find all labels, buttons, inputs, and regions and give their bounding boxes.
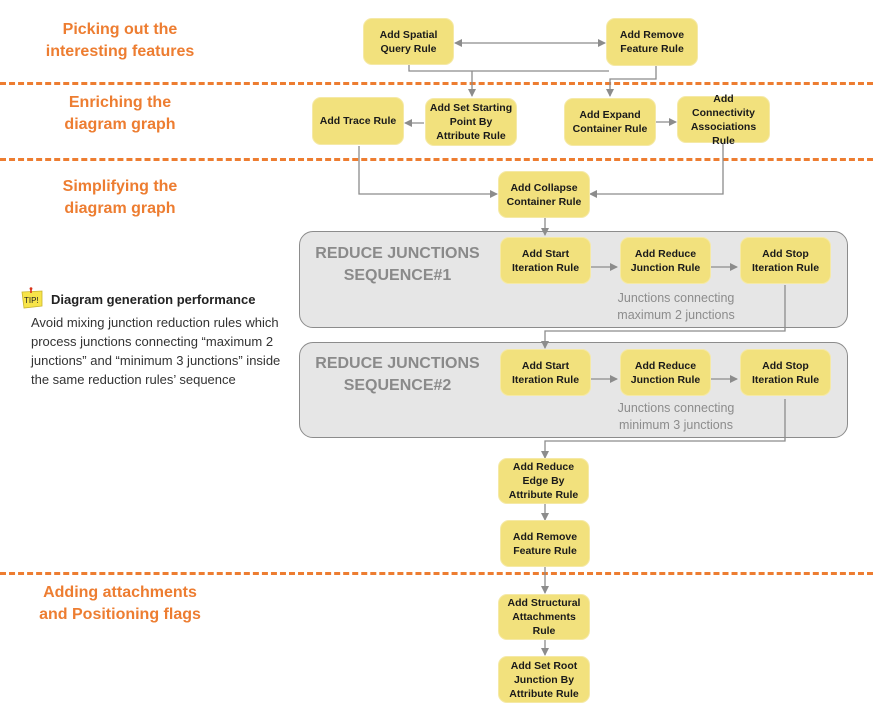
connector-trace-collapse xyxy=(358,146,498,198)
sequence-title-line: REDUCE JUNCTIONS xyxy=(315,245,480,262)
sequence-2-title: REDUCE JUNCTIONS SEQUENCE#2 xyxy=(305,353,490,397)
rule-add-spatial-query[interactable]: Add Spatial Query Rule xyxy=(363,18,454,65)
tip-title: Diagram generation performance xyxy=(51,292,256,307)
stage-label-line: Simplifying the xyxy=(62,178,178,195)
rule-add-trace[interactable]: Add Trace Rule xyxy=(312,97,404,145)
rule-seq1-add-reduce-junction[interactable]: Add Reduce Junction Rule xyxy=(620,237,711,284)
rule-add-reduce-edge-by-attribute[interactable]: Add Reduce Edge By Attribute Rule xyxy=(498,458,589,504)
sequence-1-note: Junctions connecting maximum 2 junctions xyxy=(596,290,756,324)
sequence-title-line: REDUCE JUNCTIONS xyxy=(315,355,480,372)
stage-divider xyxy=(0,158,873,161)
sequence-title-line: SEQUENCE#1 xyxy=(343,267,452,284)
stage-label-simplifying: Simplifying the diagram graph xyxy=(20,176,220,220)
rule-add-remove-feature-2[interactable]: Add Remove Feature Rule xyxy=(500,520,590,567)
stage-divider xyxy=(0,572,873,575)
sequence-note-line: maximum 2 junctions xyxy=(617,308,735,322)
stage-label-line: Picking out the xyxy=(62,21,178,38)
rule-seq1-add-start-iteration[interactable]: Add Start Iteration Rule xyxy=(500,237,591,284)
stage-label-attachments: Adding attachments and Positioning flags xyxy=(10,582,230,626)
stage-label-line: Adding attachments xyxy=(43,584,197,601)
diagram-canvas: Picking out the interesting features Enr… xyxy=(0,0,873,723)
rule-add-structural-attachments[interactable]: Add Structural Attachments Rule xyxy=(498,594,590,640)
stage-label-line: interesting features xyxy=(45,43,195,60)
sequence-2-note: Junctions connecting minimum 3 junctions xyxy=(596,400,756,434)
stage-label-line: diagram graph xyxy=(64,200,176,217)
rule-seq2-add-stop-iteration[interactable]: Add Stop Iteration Rule xyxy=(740,349,831,396)
rule-add-remove-feature[interactable]: Add Remove Feature Rule xyxy=(606,18,698,66)
stage-label-line: Enriching the xyxy=(68,94,172,111)
tip-icon-text: TIP! xyxy=(24,296,39,305)
connector-spatial-branch xyxy=(408,64,609,72)
rule-add-set-root-junction[interactable]: Add Set Root Junction By Attribute Rule xyxy=(498,656,590,703)
tip-sticky-note-icon: TIP! xyxy=(21,287,43,309)
connector-connectivity-collapse xyxy=(589,143,724,198)
rule-add-set-starting-point[interactable]: Add Set Starting Point By Attribute Rule xyxy=(425,98,517,146)
stage-label-line: and Positioning flags xyxy=(39,606,201,623)
tip-body: Avoid mixing junction reduction rules wh… xyxy=(31,315,281,387)
sequence-note-line: minimum 3 junctions xyxy=(619,418,733,432)
rule-seq1-add-stop-iteration[interactable]: Add Stop Iteration Rule xyxy=(740,237,831,284)
sequence-title-line: SEQUENCE#2 xyxy=(343,377,452,394)
rule-add-connectivity-associations[interactable]: Add Connectivity Associations Rule xyxy=(677,93,770,147)
stage-divider xyxy=(0,82,873,85)
stage-label-enriching: Enriching the diagram graph xyxy=(20,92,220,136)
rule-add-collapse-container[interactable]: Add Collapse Container Rule xyxy=(498,171,590,218)
rule-seq2-add-reduce-junction[interactable]: Add Reduce Junction Rule xyxy=(620,349,711,396)
sequence-note-line: Junctions connecting xyxy=(617,401,735,415)
sequence-note-line: Junctions connecting xyxy=(617,291,735,305)
stage-label-picking: Picking out the interesting features xyxy=(20,19,220,63)
connector-to-expand xyxy=(606,66,657,97)
sequence-1-title: REDUCE JUNCTIONS SEQUENCE#1 xyxy=(305,243,490,287)
rule-seq2-add-start-iteration[interactable]: Add Start Iteration Rule xyxy=(500,349,591,396)
stage-label-line: diagram graph xyxy=(64,116,176,133)
rule-add-expand-container[interactable]: Add Expand Container Rule xyxy=(564,98,656,146)
